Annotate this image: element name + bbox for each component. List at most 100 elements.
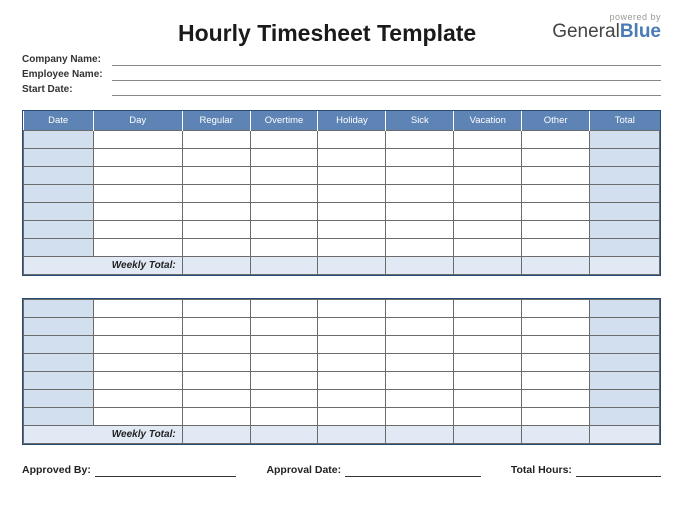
- cell-overtime[interactable]: [250, 318, 318, 336]
- cell-overtime[interactable]: [250, 354, 318, 372]
- cell-sick[interactable]: [386, 372, 454, 390]
- cell-day[interactable]: [93, 203, 182, 221]
- cell-day[interactable]: [93, 221, 182, 239]
- cell-other[interactable]: [522, 390, 590, 408]
- cell-sick[interactable]: [386, 390, 454, 408]
- cell-day[interactable]: [93, 390, 182, 408]
- cell-holiday[interactable]: [318, 149, 386, 167]
- cell-day[interactable]: [93, 167, 182, 185]
- cell-sick[interactable]: [386, 203, 454, 221]
- company-name-field[interactable]: [112, 53, 661, 66]
- approval-date-field[interactable]: [345, 463, 481, 477]
- cell-date[interactable]: [24, 372, 94, 390]
- cell-total[interactable]: [590, 131, 660, 149]
- cell-total[interactable]: [590, 390, 660, 408]
- cell-date[interactable]: [24, 390, 94, 408]
- cell-regular[interactable]: [182, 149, 250, 167]
- cell-holiday[interactable]: [318, 318, 386, 336]
- cell-regular[interactable]: [182, 131, 250, 149]
- cell-other[interactable]: [522, 167, 590, 185]
- cell-date[interactable]: [24, 336, 94, 354]
- cell-sick[interactable]: [386, 300, 454, 318]
- cell-vacation[interactable]: [454, 185, 522, 203]
- cell-holiday[interactable]: [318, 354, 386, 372]
- cell-date[interactable]: [24, 408, 94, 426]
- cell-other[interactable]: [522, 354, 590, 372]
- cell-other[interactable]: [522, 131, 590, 149]
- cell-vacation[interactable]: [454, 203, 522, 221]
- cell-regular[interactable]: [182, 390, 250, 408]
- cell-sick[interactable]: [386, 185, 454, 203]
- cell-total[interactable]: [590, 167, 660, 185]
- cell-vacation[interactable]: [454, 390, 522, 408]
- cell-vacation[interactable]: [454, 300, 522, 318]
- cell-other[interactable]: [522, 221, 590, 239]
- cell-day[interactable]: [93, 408, 182, 426]
- cell-day[interactable]: [93, 239, 182, 257]
- cell-other[interactable]: [522, 300, 590, 318]
- cell-regular[interactable]: [182, 167, 250, 185]
- start-date-field[interactable]: [112, 83, 661, 96]
- cell-total[interactable]: [590, 318, 660, 336]
- cell-total[interactable]: [590, 408, 660, 426]
- cell-holiday[interactable]: [318, 221, 386, 239]
- cell-total[interactable]: [590, 372, 660, 390]
- approved-by-field[interactable]: [95, 463, 237, 477]
- cell-day[interactable]: [93, 131, 182, 149]
- cell-day[interactable]: [93, 354, 182, 372]
- cell-sick[interactable]: [386, 149, 454, 167]
- cell-sick[interactable]: [386, 336, 454, 354]
- cell-overtime[interactable]: [250, 408, 318, 426]
- cell-overtime[interactable]: [250, 167, 318, 185]
- cell-vacation[interactable]: [454, 318, 522, 336]
- cell-total[interactable]: [590, 336, 660, 354]
- cell-date[interactable]: [24, 354, 94, 372]
- cell-total[interactable]: [590, 354, 660, 372]
- cell-vacation[interactable]: [454, 239, 522, 257]
- cell-total[interactable]: [590, 185, 660, 203]
- cell-holiday[interactable]: [318, 185, 386, 203]
- cell-other[interactable]: [522, 239, 590, 257]
- cell-total[interactable]: [590, 203, 660, 221]
- cell-other[interactable]: [522, 203, 590, 221]
- cell-holiday[interactable]: [318, 336, 386, 354]
- cell-date[interactable]: [24, 239, 94, 257]
- cell-date[interactable]: [24, 318, 94, 336]
- cell-day[interactable]: [93, 300, 182, 318]
- cell-overtime[interactable]: [250, 390, 318, 408]
- cell-vacation[interactable]: [454, 336, 522, 354]
- cell-vacation[interactable]: [454, 131, 522, 149]
- cell-total[interactable]: [590, 221, 660, 239]
- cell-vacation[interactable]: [454, 167, 522, 185]
- cell-holiday[interactable]: [318, 300, 386, 318]
- cell-regular[interactable]: [182, 354, 250, 372]
- cell-holiday[interactable]: [318, 167, 386, 185]
- cell-other[interactable]: [522, 372, 590, 390]
- cell-overtime[interactable]: [250, 336, 318, 354]
- cell-other[interactable]: [522, 336, 590, 354]
- cell-holiday[interactable]: [318, 239, 386, 257]
- cell-vacation[interactable]: [454, 408, 522, 426]
- cell-day[interactable]: [93, 318, 182, 336]
- cell-other[interactable]: [522, 149, 590, 167]
- cell-total[interactable]: [590, 149, 660, 167]
- cell-date[interactable]: [24, 149, 94, 167]
- cell-regular[interactable]: [182, 408, 250, 426]
- cell-regular[interactable]: [182, 203, 250, 221]
- cell-holiday[interactable]: [318, 203, 386, 221]
- cell-day[interactable]: [93, 149, 182, 167]
- cell-date[interactable]: [24, 167, 94, 185]
- cell-vacation[interactable]: [454, 221, 522, 239]
- cell-date[interactable]: [24, 131, 94, 149]
- cell-holiday[interactable]: [318, 408, 386, 426]
- cell-overtime[interactable]: [250, 149, 318, 167]
- cell-regular[interactable]: [182, 336, 250, 354]
- cell-total[interactable]: [590, 239, 660, 257]
- cell-date[interactable]: [24, 203, 94, 221]
- cell-sick[interactable]: [386, 221, 454, 239]
- cell-overtime[interactable]: [250, 203, 318, 221]
- cell-regular[interactable]: [182, 185, 250, 203]
- cell-overtime[interactable]: [250, 131, 318, 149]
- cell-overtime[interactable]: [250, 221, 318, 239]
- cell-vacation[interactable]: [454, 354, 522, 372]
